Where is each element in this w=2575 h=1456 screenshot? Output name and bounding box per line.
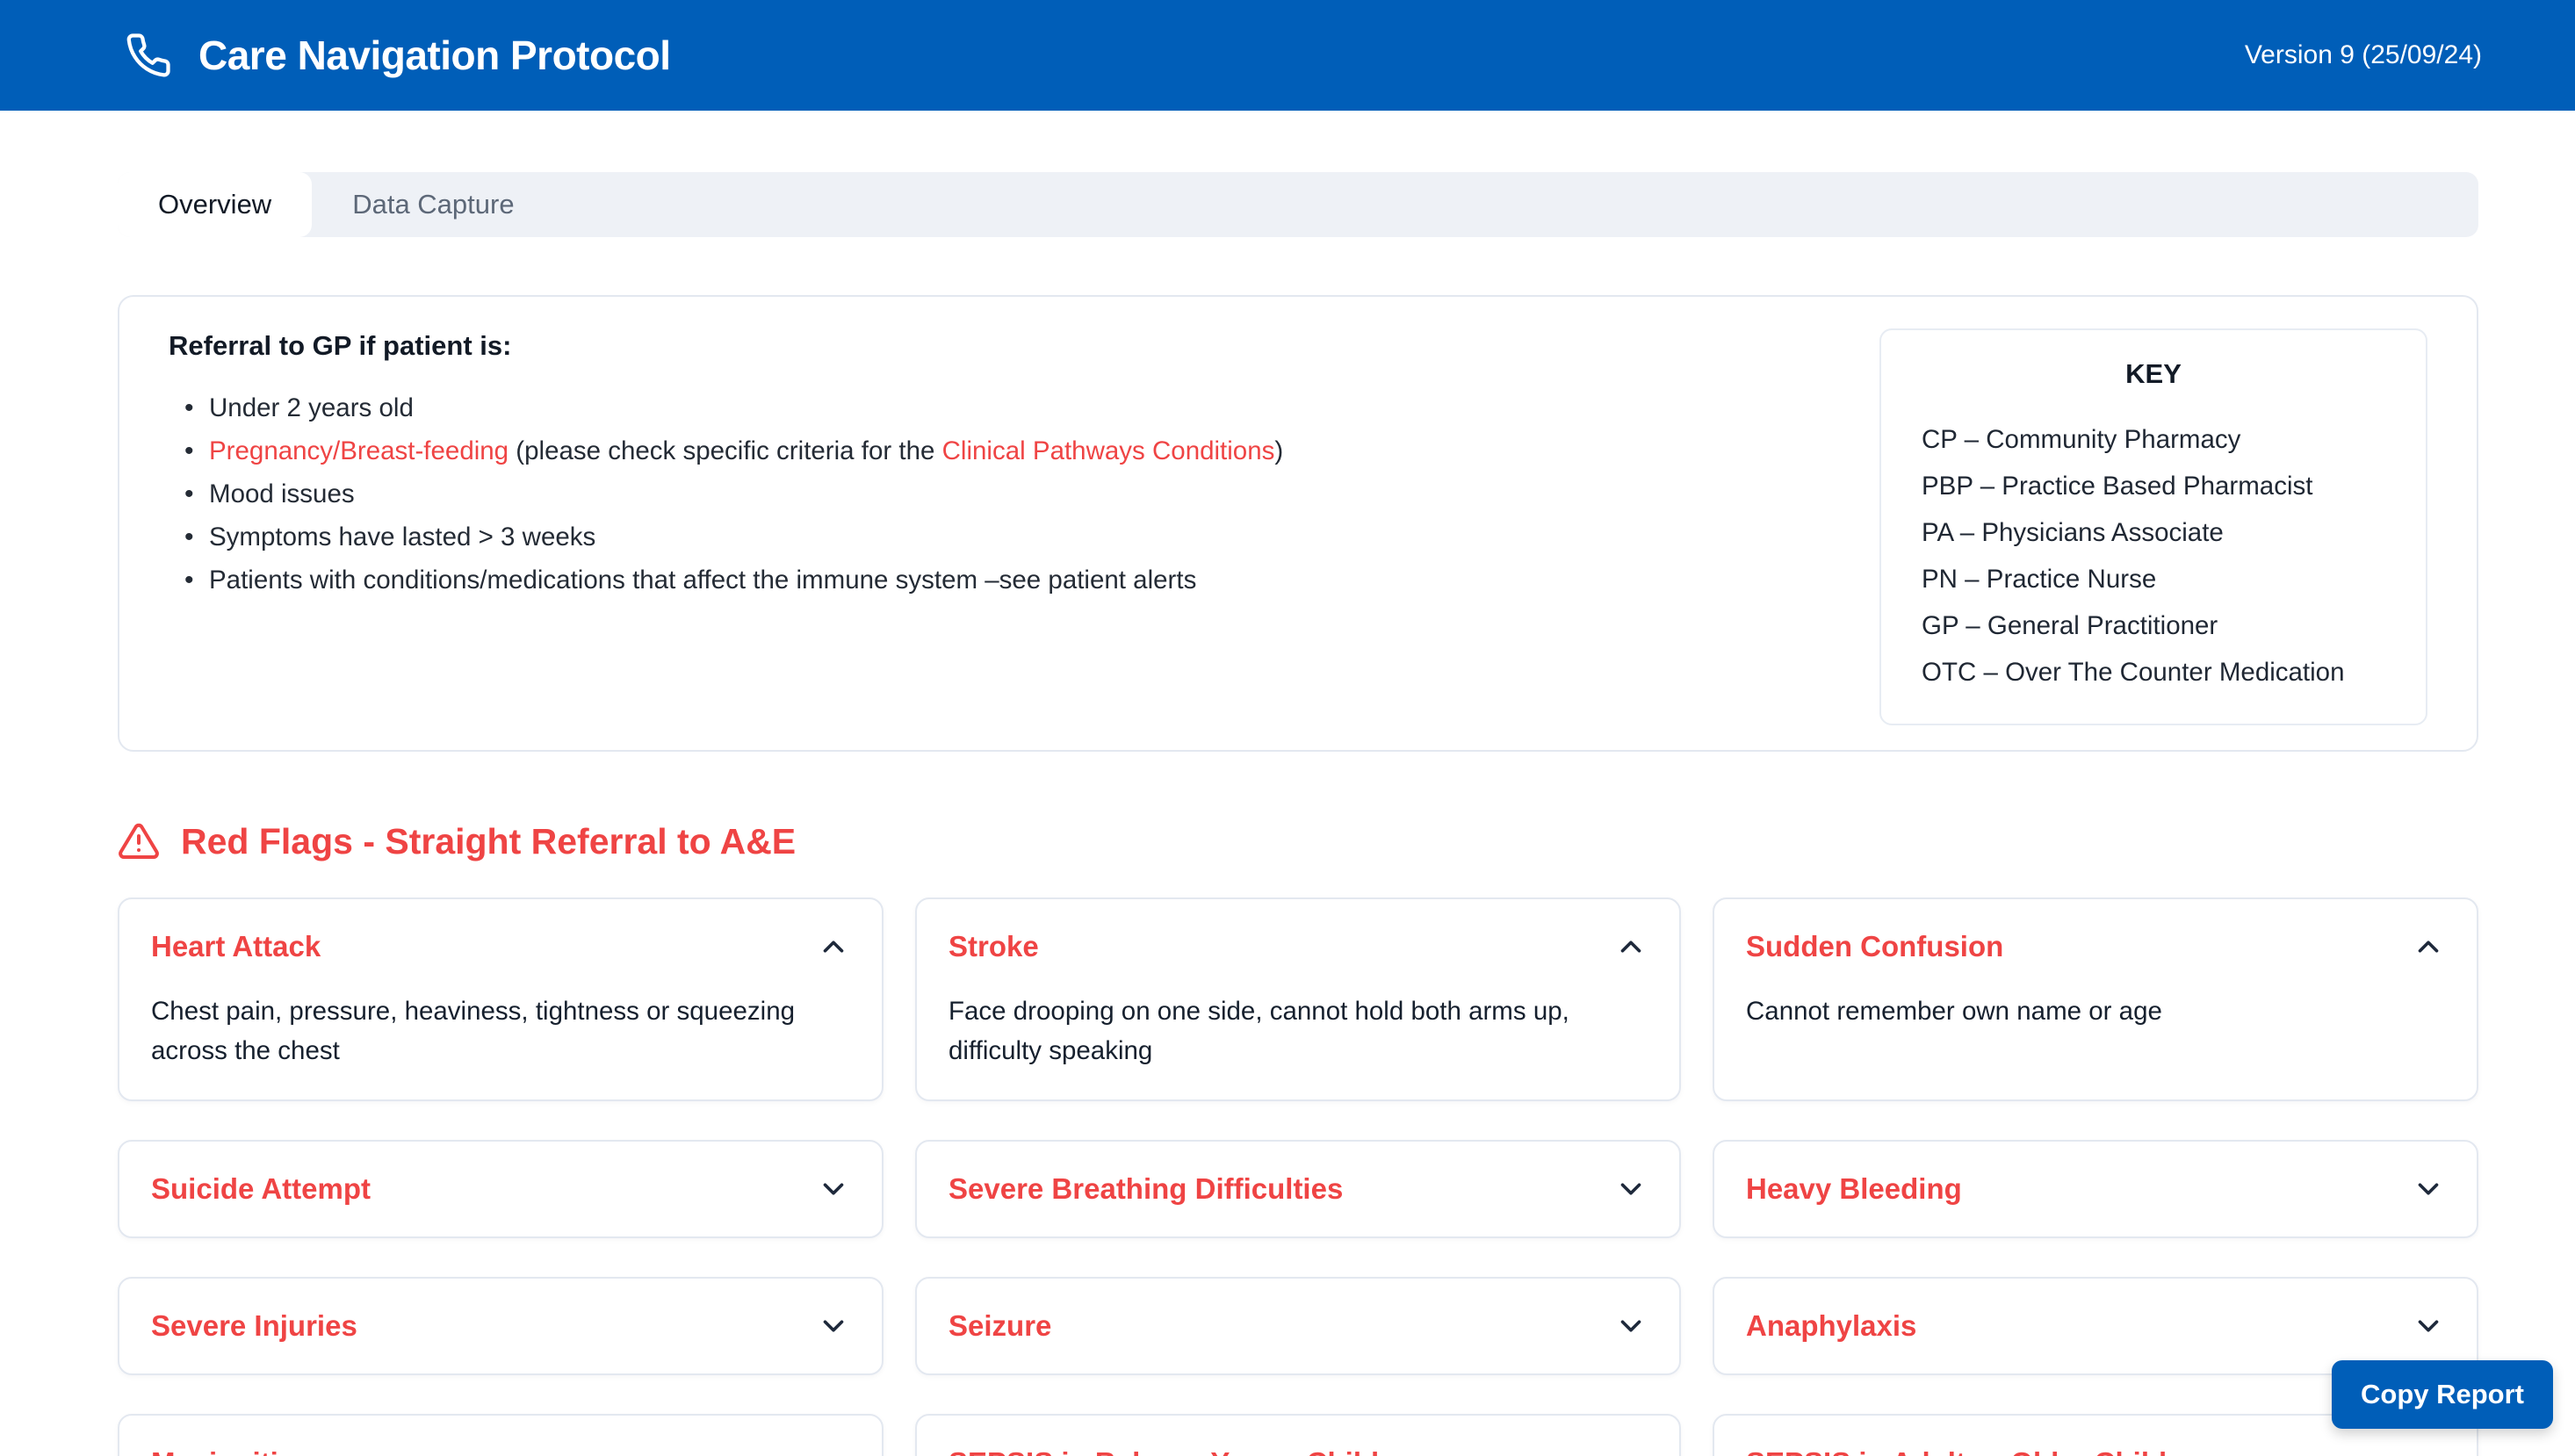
card-toggle[interactable]: Suicide Attempt xyxy=(151,1171,850,1207)
red-flag-card: Heavy Bleeding xyxy=(1713,1140,2478,1238)
card-toggle[interactable]: SEPSIS in Adult or Older Child xyxy=(1746,1445,2445,1456)
tab-bar: Overview Data Capture xyxy=(118,172,2478,237)
page-title: Care Navigation Protocol xyxy=(198,32,671,79)
card-toggle[interactable]: Heavy Bleeding xyxy=(1746,1171,2445,1207)
key-items: CP – Community PharmacyPBP – Practice Ba… xyxy=(1922,416,2385,696)
red-flag-card: Suicide Attempt xyxy=(118,1140,884,1238)
red-flags-heading-text: Red Flags - Straight Referral to A&E xyxy=(181,821,796,862)
red-flag-card: Sudden Confusion Cannot remember own name… xyxy=(1713,897,2478,1101)
card-toggle[interactable]: Anaphylaxis xyxy=(1746,1308,2445,1344)
referral-link[interactable]: Pregnancy/Breast-feeding xyxy=(209,436,509,465)
card-title: SEPSIS in Baby or Young Child xyxy=(948,1445,1379,1456)
red-flag-card: Stroke Face drooping on one side, cannot … xyxy=(915,897,1681,1101)
referral-link[interactable]: Clinical Pathways Conditions xyxy=(942,436,1275,465)
key-item: GP – General Practitioner xyxy=(1922,602,2385,649)
key-title: KEY xyxy=(1922,358,2385,390)
chevron-up-icon xyxy=(817,930,850,963)
card-body: Face drooping on one side, cannot hold b… xyxy=(948,991,1648,1070)
copy-report-button[interactable]: Copy Report xyxy=(2332,1360,2553,1429)
card-title: Heavy Bleeding xyxy=(1746,1171,1962,1207)
card-title: Severe Breathing Difficulties xyxy=(948,1171,1343,1207)
card-toggle[interactable]: Meningitis xyxy=(151,1445,850,1456)
key-item: PA – Physicians Associate xyxy=(1922,509,2385,556)
referral-text: Symptoms have lasted > 3 weeks xyxy=(209,523,595,551)
card-toggle[interactable]: Heart Attack xyxy=(151,928,850,965)
referral-bullet: Under 2 years old xyxy=(169,386,1283,429)
card-body: Cannot remember own name or age xyxy=(1746,991,2445,1031)
red-flag-card: Severe Injuries xyxy=(118,1277,884,1375)
tab-overview[interactable]: Overview xyxy=(118,172,312,237)
red-flag-card: SEPSIS in Baby or Young Child xyxy=(915,1414,1681,1456)
card-body: Chest pain, pressure, heaviness, tightne… xyxy=(151,991,850,1070)
key-item: PN – Practice Nurse xyxy=(1922,556,2385,602)
referral-bullet: Patients with conditions/medications tha… xyxy=(169,559,1283,602)
card-toggle[interactable]: Severe Breathing Difficulties xyxy=(948,1171,1648,1207)
card-title: Heart Attack xyxy=(151,928,321,965)
card-toggle[interactable]: Seizure xyxy=(948,1308,1648,1344)
referral-list: Under 2 years old Pregnancy/Breast-feedin… xyxy=(169,386,1283,602)
key-item: OTC – Over The Counter Medication xyxy=(1922,649,2385,696)
card-title: Meningitis xyxy=(151,1445,294,1456)
chevron-down-icon xyxy=(817,1172,850,1206)
card-toggle[interactable]: Sudden Confusion xyxy=(1746,928,2445,965)
main-content: Overview Data Capture Referral to GP if … xyxy=(0,111,2575,1456)
red-flag-card: Meningitis xyxy=(118,1414,884,1456)
red-flag-card: Heart Attack Chest pain, pressure, heavin… xyxy=(118,897,884,1101)
referral-text: Mood issues xyxy=(209,479,355,508)
card-title: Seizure xyxy=(948,1308,1051,1344)
card-title: Stroke xyxy=(948,928,1039,965)
card-toggle[interactable]: Stroke xyxy=(948,928,1648,965)
chevron-down-icon xyxy=(817,1309,850,1343)
version-label: Version 9 (25/09/24) xyxy=(2245,40,2482,70)
chevron-down-icon xyxy=(2412,1172,2445,1206)
key-box: KEY CP – Community PharmacyPBP – Practic… xyxy=(1879,328,2427,725)
red-flag-cards: Heart Attack Chest pain, pressure, heavin… xyxy=(118,897,2478,1456)
tab-data-capture[interactable]: Data Capture xyxy=(312,172,554,237)
referral-bullet: Mood issues xyxy=(169,472,1283,515)
chevron-down-icon xyxy=(2412,1446,2445,1456)
red-flag-card: Seizure xyxy=(915,1277,1681,1375)
chevron-down-icon xyxy=(1614,1172,1648,1206)
card-title: Suicide Attempt xyxy=(151,1171,371,1207)
referral-panel: Referral to GP if patient is: Under 2 ye… xyxy=(118,295,2478,752)
chevron-up-icon xyxy=(2412,930,2445,963)
chevron-up-icon xyxy=(1614,930,1648,963)
referral-heading: Referral to GP if patient is: xyxy=(169,330,1283,362)
header-left: Care Navigation Protocol xyxy=(125,4,671,106)
chevron-down-icon xyxy=(817,1446,850,1456)
app-header: Care Navigation Protocol Version 9 (25/0… xyxy=(0,0,2575,111)
referral-text: ) xyxy=(1274,436,1283,465)
card-toggle[interactable]: Severe Injuries xyxy=(151,1308,850,1344)
red-flag-card: Severe Breathing Difficulties xyxy=(915,1140,1681,1238)
chevron-down-icon xyxy=(1614,1309,1648,1343)
card-title: Severe Injuries xyxy=(151,1308,357,1344)
referral-bullet: Symptoms have lasted > 3 weeks xyxy=(169,515,1283,559)
card-toggle[interactable]: SEPSIS in Baby or Young Child xyxy=(948,1445,1648,1456)
referral-text: Patients with conditions/medications tha… xyxy=(209,566,1196,595)
key-item: CP – Community Pharmacy xyxy=(1922,416,2385,463)
referral-text: (please check specific criteria for the xyxy=(509,436,942,465)
warning-triangle-icon xyxy=(118,820,160,862)
referral-text: Under 2 years old xyxy=(209,393,414,422)
referral-content: Referral to GP if patient is: Under 2 ye… xyxy=(169,328,1283,725)
red-flags-heading: Red Flags - Straight Referral to A&E xyxy=(118,820,2478,862)
card-title: Anaphylaxis xyxy=(1746,1308,1916,1344)
card-title: SEPSIS in Adult or Older Child xyxy=(1746,1445,2167,1456)
key-item: PBP – Practice Based Pharmacist xyxy=(1922,463,2385,509)
referral-bullet: Pregnancy/Breast-feeding (please check s… xyxy=(169,429,1283,472)
card-title: Sudden Confusion xyxy=(1746,928,2003,965)
phone-icon xyxy=(125,32,172,79)
chevron-down-icon xyxy=(2412,1309,2445,1343)
chevron-down-icon xyxy=(1614,1446,1648,1456)
